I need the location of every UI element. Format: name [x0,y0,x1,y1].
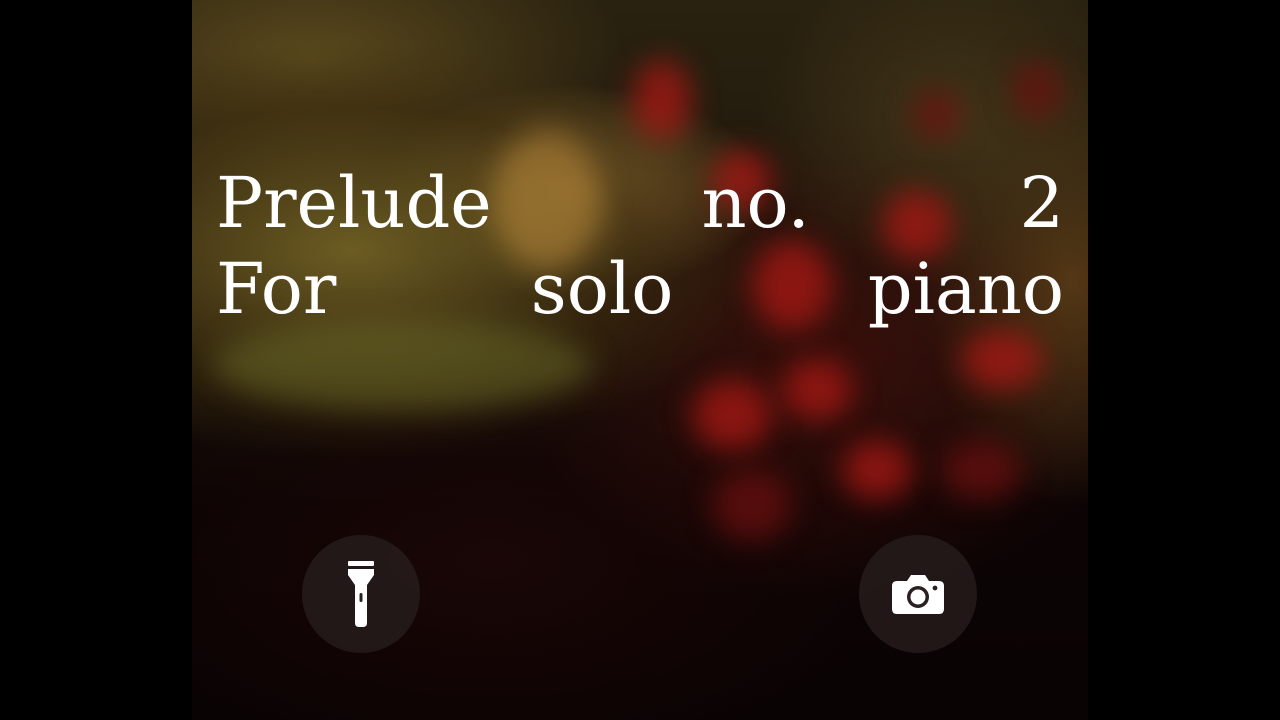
headline-line-1: Prelude no. 2 [216,160,1064,246]
headline-word: For [216,248,337,330]
bg-spot [962,330,1042,390]
bg-spot [712,470,792,540]
bg-spot [692,380,772,450]
headline-word: Prelude [216,162,492,244]
lock-screen: Prelude no. 2 For solo piano [192,0,1088,720]
letterbox-frame: Prelude no. 2 For solo piano [0,0,1280,720]
bg-spot [842,440,912,500]
flashlight-icon [348,561,374,627]
headline-line-2: For solo piano [216,246,1064,332]
bg-highlight [212,320,592,410]
headline-word: piano [867,248,1064,330]
lock-screen-headline: Prelude no. 2 For solo piano [216,160,1064,332]
flashlight-button[interactable] [302,535,420,653]
bg-spot [912,90,962,140]
headline-word: solo [530,248,674,330]
bg-spot [942,440,1022,500]
headline-word: no. [701,162,810,244]
bg-spot [782,360,852,420]
bg-spot [632,60,692,140]
camera-button[interactable] [859,535,977,653]
bg-spot [1012,60,1062,120]
headline-word: 2 [1019,162,1064,244]
camera-icon [892,575,944,614]
